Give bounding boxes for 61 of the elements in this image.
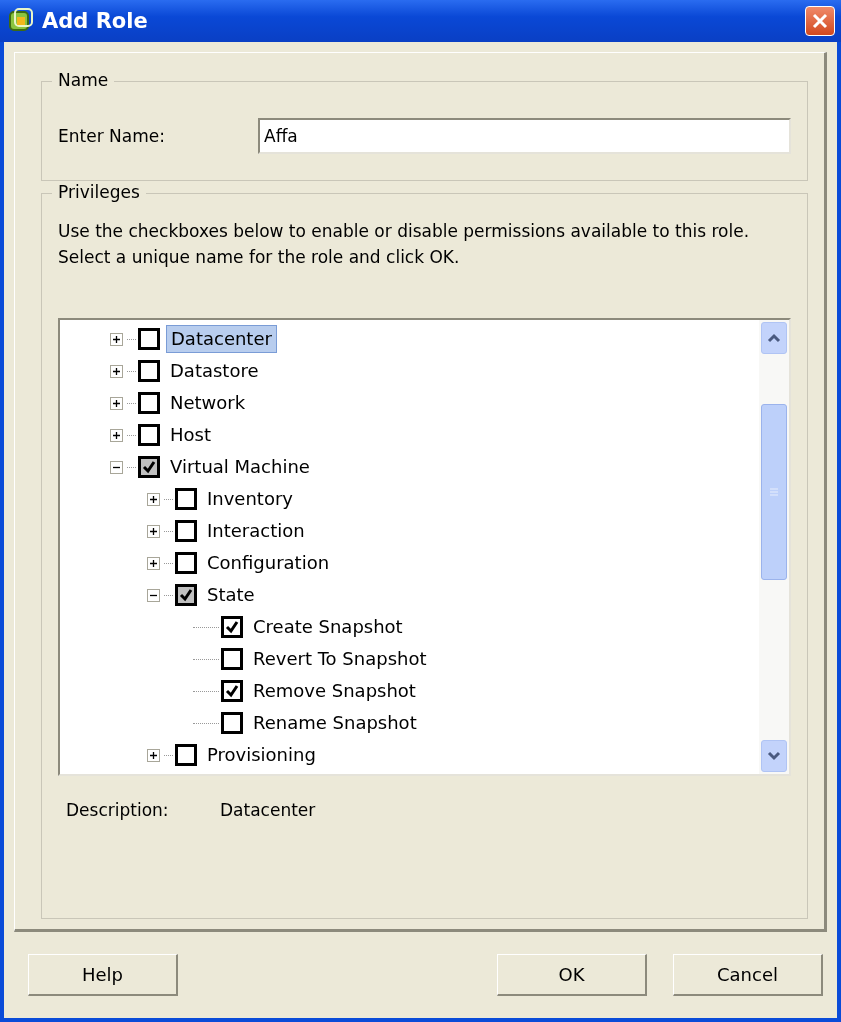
instructions-text: Use the checkboxes below to enable or disable permissions available to this role. Select a unique name for the role and click OK. — [58, 220, 751, 269]
description-label: Description: — [66, 800, 170, 820]
collapse-icon[interactable] — [147, 588, 160, 602]
checkbox[interactable] — [221, 680, 243, 702]
scroll-up-button[interactable] — [761, 322, 787, 354]
tree-item[interactable]: Virtual Machine — [166, 454, 314, 480]
checkbox[interactable] — [175, 744, 197, 766]
expand-icon[interactable] — [147, 524, 160, 538]
expand-icon[interactable] — [147, 748, 160, 762]
tree-item[interactable]: Inventory — [203, 486, 297, 512]
tree-item[interactable]: Revert To Snapshot — [249, 646, 431, 672]
expand-icon[interactable] — [110, 364, 123, 378]
checkmark-icon — [142, 460, 156, 474]
checkbox[interactable] — [175, 520, 197, 542]
tree-item[interactable]: Provisioning — [203, 742, 320, 768]
checkmark-icon — [179, 588, 193, 602]
tree-item[interactable]: State — [203, 582, 259, 608]
checkbox[interactable] — [221, 712, 243, 734]
chevron-up-icon — [767, 333, 781, 343]
help-button[interactable]: Help — [28, 954, 178, 996]
description-value: Datacenter — [220, 800, 316, 820]
tree-item[interactable]: Create Snapshot — [249, 614, 407, 640]
tree-item[interactable]: Configuration — [203, 550, 334, 576]
chevron-down-icon — [767, 751, 781, 761]
checkbox[interactable] — [175, 584, 197, 606]
checkbox[interactable] — [221, 616, 243, 638]
group-legend: Privileges — [52, 182, 146, 202]
field-label: Enter Name: — [58, 126, 166, 146]
close-icon — [811, 12, 829, 30]
expand-icon[interactable] — [147, 556, 160, 570]
checkmark-icon — [225, 620, 239, 634]
checkbox[interactable] — [138, 328, 160, 350]
scroll-thumb[interactable] — [761, 404, 787, 580]
checkbox[interactable] — [138, 392, 160, 414]
close-button[interactable] — [805, 6, 835, 36]
checkbox[interactable] — [138, 424, 160, 446]
tree-item[interactable]: Datastore — [166, 358, 263, 384]
tree-item[interactable]: Interaction — [203, 518, 309, 544]
checkmark-icon — [225, 684, 239, 698]
tree-item[interactable]: Remove Snapshot — [249, 678, 420, 704]
expand-icon[interactable] — [110, 396, 123, 410]
tree-item[interactable]: Host — [166, 422, 215, 448]
scroll-down-button[interactable] — [761, 740, 787, 772]
app-icon — [8, 8, 34, 34]
expand-icon[interactable] — [110, 428, 123, 442]
checkbox[interactable] — [138, 360, 160, 382]
checkbox[interactable] — [175, 552, 197, 574]
collapse-icon[interactable] — [110, 460, 123, 474]
cancel-button[interactable]: Cancel — [673, 954, 823, 996]
tree-item[interactable]: Datacenter — [166, 325, 277, 353]
scrollbar[interactable] — [759, 320, 789, 774]
window-title: Add Role — [42, 9, 149, 33]
expand-icon[interactable] — [110, 332, 123, 346]
ok-button[interactable]: OK — [497, 954, 647, 996]
expand-icon[interactable] — [147, 492, 160, 506]
name-field[interactable]: Affa — [258, 118, 791, 154]
checkbox[interactable] — [138, 456, 160, 478]
checkbox[interactable] — [221, 648, 243, 670]
checkbox[interactable] — [175, 488, 197, 510]
tree-item[interactable]: Rename Snapshot — [249, 710, 421, 736]
tree-item[interactable]: Network — [166, 390, 250, 416]
